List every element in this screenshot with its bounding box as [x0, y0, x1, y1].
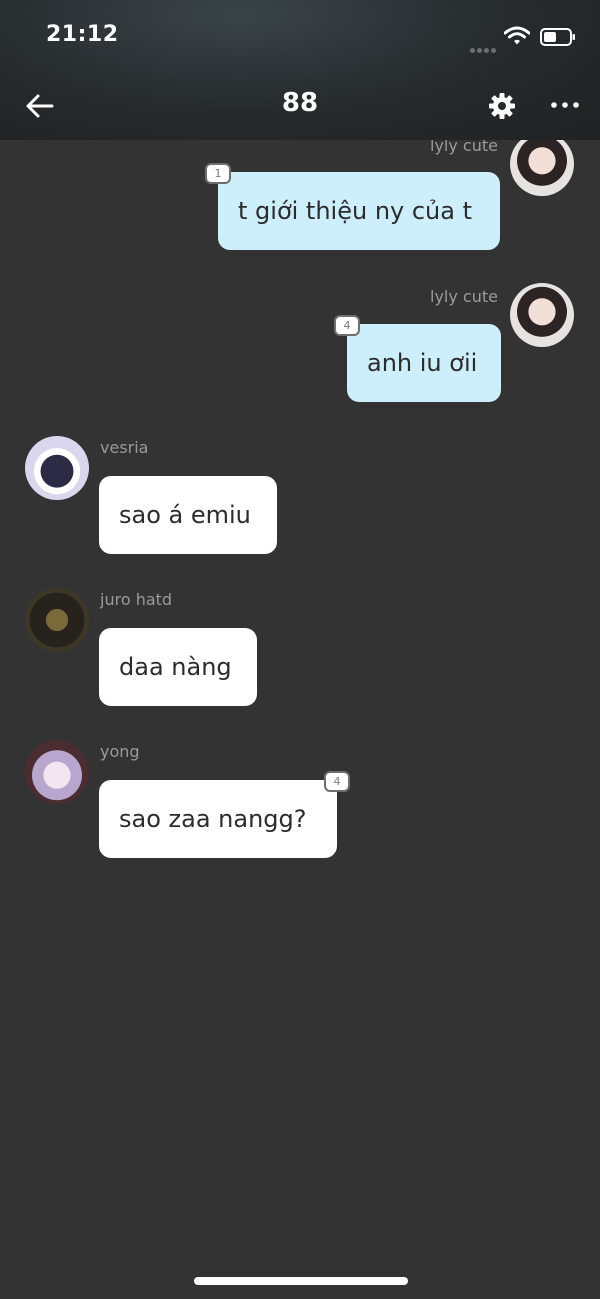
chat-screen: 21:12 88 lyly cute t giới thiệu ny của t… — [0, 0, 600, 1299]
avatar[interactable] — [510, 132, 574, 196]
back-arrow-icon[interactable] — [24, 90, 56, 122]
message-text: t giới thiệu ny của t — [238, 197, 473, 225]
gear-icon[interactable] — [488, 92, 516, 120]
message-bubble[interactable]: anh iu ơii — [347, 324, 501, 402]
message-badge: 1 — [205, 163, 231, 184]
home-indicator[interactable] — [194, 1277, 408, 1285]
battery-icon — [540, 28, 575, 46]
message-bubble[interactable]: sao zaa nangg? — [99, 780, 337, 858]
signal-icon — [470, 38, 498, 53]
message-list[interactable]: lyly cute t giới thiệu ny của t 1 lyly c… — [0, 132, 600, 1299]
message-text: sao zaa nangg? — [119, 805, 307, 833]
avatar[interactable] — [25, 740, 89, 804]
message-badge: 4 — [334, 315, 360, 336]
message-text: sao á emiu — [119, 501, 251, 529]
message-bubble[interactable]: sao á emiu — [99, 476, 277, 554]
more-icon[interactable] — [550, 100, 580, 110]
sender-name: lyly cute — [430, 287, 498, 306]
avatar[interactable] — [25, 436, 89, 500]
wifi-icon — [504, 26, 530, 45]
chat-title: 88 — [281, 88, 319, 118]
message-bubble[interactable]: daa nàng — [99, 628, 257, 706]
message-text: anh iu ơii — [367, 349, 478, 377]
avatar[interactable] — [25, 588, 89, 652]
sender-name: yong — [100, 742, 140, 761]
sender-name: vesria — [100, 438, 149, 457]
status-time: 21:12 — [46, 22, 119, 47]
message-text: daa nàng — [119, 653, 232, 681]
message-badge: 4 — [324, 771, 350, 792]
top-bar: 21:12 88 — [0, 0, 600, 140]
avatar[interactable] — [510, 283, 574, 347]
message-bubble[interactable]: t giới thiệu ny của t — [218, 172, 500, 250]
sender-name: juro hatd — [100, 590, 173, 609]
